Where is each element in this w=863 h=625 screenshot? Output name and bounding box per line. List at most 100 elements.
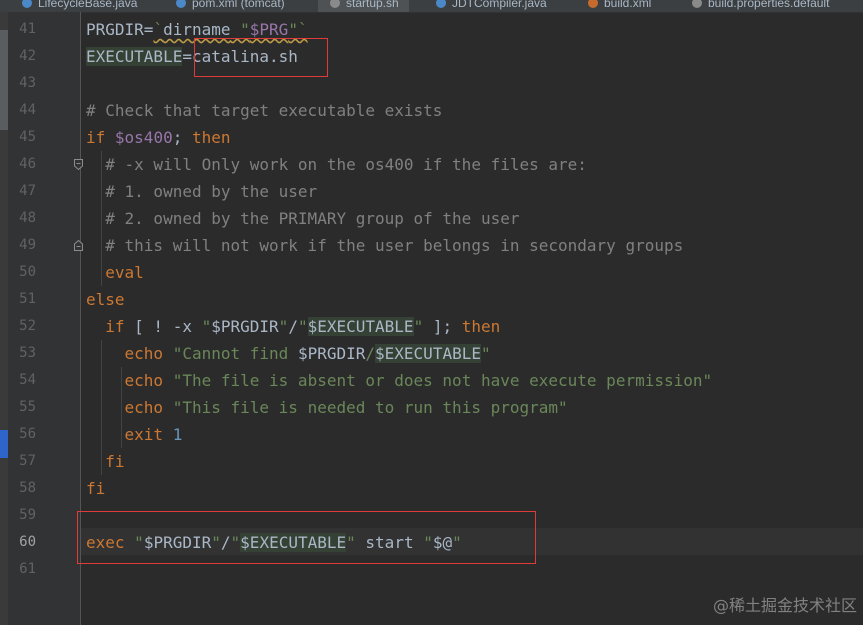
code-line[interactable]: eval [86, 259, 144, 286]
indent-guide [101, 151, 102, 286]
code-token: " [201, 317, 212, 336]
tab-label: pom.xml (tomcat) [192, 0, 285, 10]
line-number: 41 [19, 21, 36, 37]
overview-scroll-strip[interactable] [0, 12, 8, 625]
line-number: 57 [19, 453, 36, 469]
code-line[interactable]: if [ ! -x "$PRGDIR"/"$EXECUTABLE" ]; the… [86, 313, 500, 340]
ant-build-icon [588, 0, 598, 8]
tab-lifecyclebase-java[interactable]: LifecycleBase.java [22, 0, 147, 12]
code-token: " [278, 317, 289, 336]
code-token: $PRG [249, 20, 289, 39]
annotation-box-exec [77, 511, 536, 564]
properties-file-icon [692, 0, 702, 8]
code-token: # 1. owned by the user [86, 182, 318, 201]
line-number: 47 [19, 183, 36, 199]
code-token: echo [86, 398, 173, 417]
code-token: # 2. owned by the PRIMARY group of the u… [86, 209, 520, 228]
line-number: 45 [19, 129, 36, 145]
code-line[interactable]: fi [86, 475, 105, 502]
java-class-icon [436, 0, 446, 8]
code-token: "Cannot find [172, 344, 298, 363]
fold-start-icon[interactable] [74, 159, 83, 170]
line-number: 59 [19, 507, 36, 523]
line-number: 56 [19, 426, 36, 442]
code-line[interactable]: else [86, 286, 125, 313]
line-number: 52 [19, 318, 36, 334]
tab-label: build.properties.default [708, 0, 830, 10]
line-number: 50 [19, 264, 36, 280]
code-line[interactable]: # this will not work if the user belongs… [86, 232, 683, 259]
tab-startup-sh[interactable]: startup.sh [318, 0, 409, 12]
code-token: eval [86, 263, 144, 282]
code-token: fi [86, 479, 106, 498]
code-token: [ ! -x [124, 317, 202, 336]
line-number: 48 [19, 210, 36, 226]
shell-file-icon [330, 0, 340, 8]
line-number: 43 [19, 75, 36, 91]
code-token: " [413, 317, 424, 336]
code-token: else [86, 290, 125, 309]
java-class-icon [22, 0, 32, 8]
code-token: # Check that target executable exists [86, 101, 443, 120]
line-number: 42 [19, 48, 36, 64]
code-line[interactable]: echo "The file is absent or does not hav… [86, 367, 713, 394]
line-number: 51 [19, 291, 36, 307]
code-line[interactable]: if $os400; then [86, 124, 231, 151]
line-number: 46 [19, 156, 36, 172]
code-token: # -x will Only work on the os400 if the … [86, 155, 587, 174]
code-token: ; [172, 128, 192, 147]
line-number: 60 [19, 534, 36, 550]
code-line[interactable]: fi [86, 448, 125, 475]
code-token: ` [153, 20, 164, 39]
code-token: if [86, 317, 125, 336]
code-token: " [230, 20, 250, 39]
indent-guide [101, 340, 102, 475]
code-token: exit [86, 425, 173, 444]
code-line[interactable]: # Check that target executable exists [86, 97, 442, 124]
line-number: 49 [19, 237, 36, 253]
code-token: PRGDIR= [86, 20, 154, 39]
line-number: 44 [19, 102, 36, 118]
line-number: 58 [19, 480, 36, 496]
code-line[interactable]: # -x will Only work on the os400 if the … [86, 151, 587, 178]
line-number: 54 [19, 372, 36, 388]
code-line[interactable]: # 2. owned by the PRIMARY group of the u… [86, 205, 519, 232]
code-line[interactable]: # 1. owned by the user [86, 178, 317, 205]
code-token: $PRGDIR [297, 344, 366, 363]
code-token: " [297, 317, 308, 336]
tab-build-xml[interactable]: build.xml [588, 0, 661, 12]
line-number: 61 [19, 561, 36, 577]
code-token: if [86, 128, 115, 147]
code-token: $PRGDIR [211, 317, 279, 336]
code-token: fi [86, 452, 125, 471]
code-token: dirname [163, 20, 231, 39]
code-token: / [288, 317, 298, 336]
current-line-marker [0, 430, 8, 458]
code-token: ]; [423, 317, 462, 336]
editor-tab-bar: LifecycleBase.java pom.xml (tomcat) startu… [0, 0, 863, 13]
code-line[interactable]: echo "This file is needed to run this pr… [86, 394, 568, 421]
code-token: $EXECUTABLE [375, 344, 481, 363]
code-token: " [480, 344, 491, 363]
code-token: "` [288, 20, 308, 39]
tab-build-properties-default[interactable]: build.properties.default [692, 0, 839, 12]
code-token: echo [86, 371, 173, 390]
maven-icon [176, 0, 186, 8]
code-token: "This file is needed to run this program… [172, 398, 568, 417]
code-token: $os400 [114, 128, 173, 147]
code-token: then [461, 317, 501, 336]
code-token: # this will not work if the user belongs… [86, 236, 684, 255]
code-line[interactable]: echo "Cannot find $PRGDIR/$EXECUTABLE" [86, 340, 491, 367]
watermark: @稀土掘金技术社区 [712, 596, 857, 615]
annotation-box-catalina [194, 38, 328, 77]
tab-pom-xml-tomcat[interactable]: pom.xml (tomcat) [176, 0, 295, 12]
fold-end-icon[interactable] [74, 240, 83, 251]
code-token: echo [86, 344, 173, 363]
tab-label: JDTCompiler.java [452, 0, 547, 10]
code-token: $EXECUTABLE [307, 317, 414, 336]
tab-jdtcompiler-java[interactable]: JDTCompiler.java [436, 0, 557, 12]
code-token: / [365, 344, 376, 363]
scroll-thumb[interactable] [0, 30, 8, 130]
tab-label: LifecycleBase.java [38, 0, 138, 10]
tab-label: startup.sh [346, 0, 399, 10]
